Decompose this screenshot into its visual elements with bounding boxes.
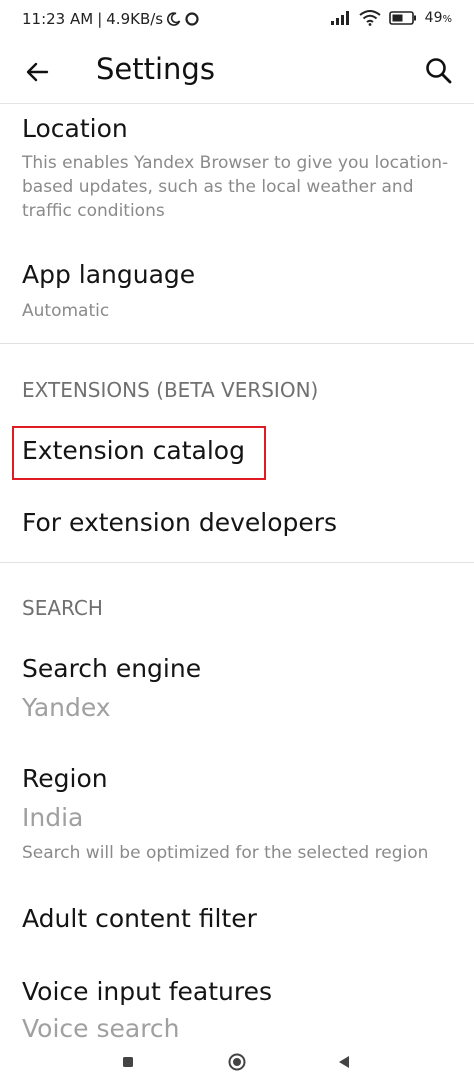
nav-back-button[interactable] xyxy=(332,1050,356,1074)
signal-icon xyxy=(330,11,349,25)
back-button[interactable] xyxy=(22,56,54,88)
voice-input-value: Voice search xyxy=(22,1014,180,1043)
square-icon xyxy=(123,1057,133,1067)
arrow-left-icon xyxy=(26,62,49,82)
divider xyxy=(0,562,474,563)
location-title: Location xyxy=(22,114,128,143)
adult-content-filter-item[interactable]: Adult content filter xyxy=(22,904,257,933)
divider xyxy=(0,343,474,344)
location-subtitle: This enables Yandex Browser to give you … xyxy=(22,153,449,221)
region-subtitle: Search will be optimized for the selecte… xyxy=(22,843,429,863)
search-icon xyxy=(426,58,452,84)
status-left: 11:23 AM | 4.9KB/s xyxy=(22,10,199,28)
app-bar: Settings xyxy=(0,40,474,104)
region-title: Region xyxy=(22,764,108,793)
app-language-value: Automatic xyxy=(22,301,110,321)
battery-icon xyxy=(388,11,416,25)
home-button[interactable] xyxy=(225,1050,249,1074)
status-bar: 11:23 AM | 4.9KB/s 49% xyxy=(0,0,474,40)
circle-icon xyxy=(228,1053,246,1071)
status-time: 11:23 AM xyxy=(22,10,94,28)
app-language-title: App language xyxy=(22,260,196,289)
triangle-icon xyxy=(339,1056,349,1068)
search-engine-value: Yandex xyxy=(22,693,111,722)
page-title: Settings xyxy=(96,52,215,86)
region-value: India xyxy=(22,803,84,832)
status-speed: 4.9KB/s xyxy=(106,10,164,28)
extension-catalog-item[interactable]: Extension catalog xyxy=(22,436,245,465)
section-header-extensions: EXTENSIONS (BETA VERSION) xyxy=(22,378,319,402)
recents-button[interactable] xyxy=(116,1050,140,1074)
moon-icon xyxy=(167,12,181,26)
search-button[interactable] xyxy=(422,54,456,88)
navigation-bar xyxy=(0,1042,474,1083)
status-separator: | xyxy=(97,10,103,28)
app-notification-icon xyxy=(185,12,199,26)
status-right: 49% xyxy=(330,10,452,26)
search-engine-title: Search engine xyxy=(22,654,202,683)
voice-input-title: Voice input features xyxy=(22,977,273,1006)
battery-level: 49% xyxy=(424,10,452,26)
section-header-search: SEARCH xyxy=(22,596,103,620)
for-extension-developers-item[interactable]: For extension developers xyxy=(22,508,337,537)
wifi-icon xyxy=(359,10,381,26)
